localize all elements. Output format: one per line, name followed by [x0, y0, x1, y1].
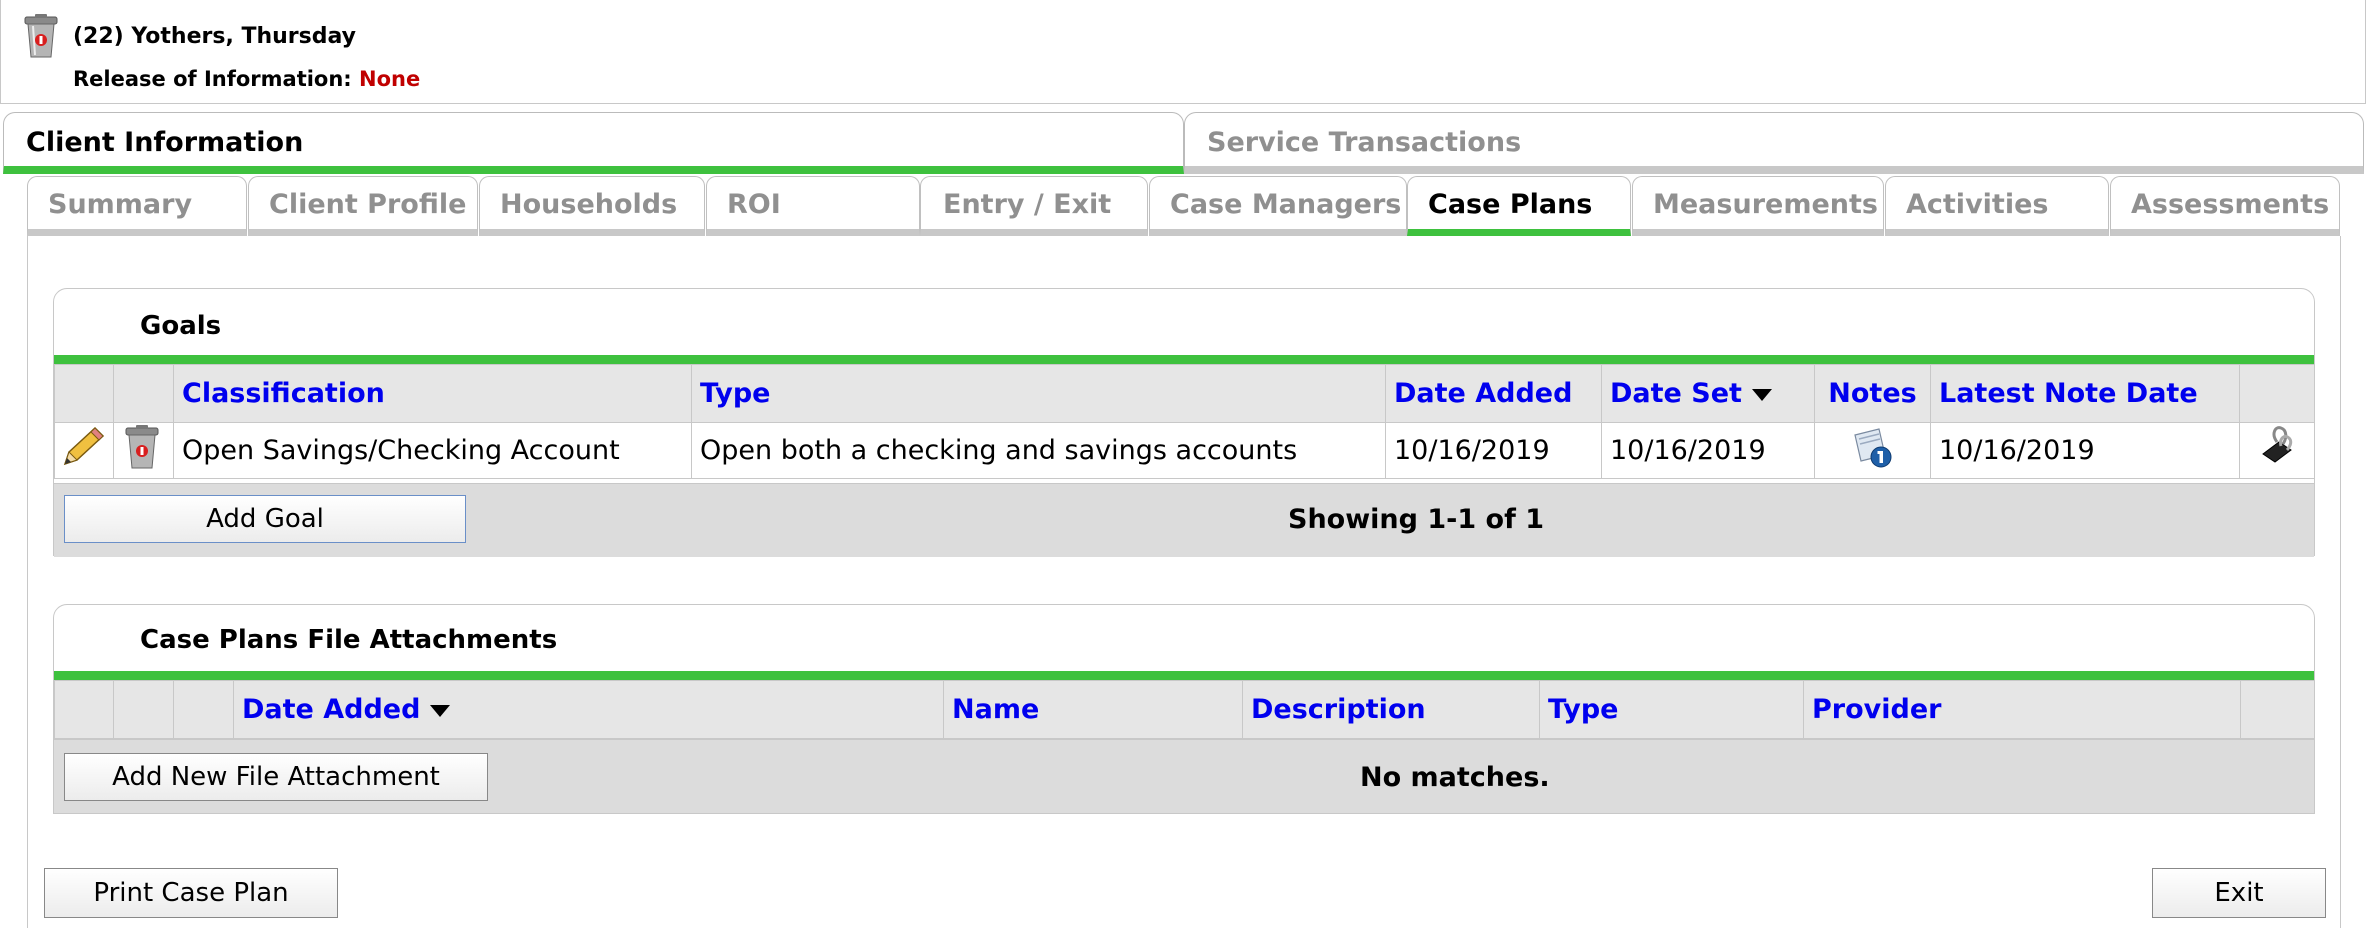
subtab-activities[interactable]: Activities: [1885, 176, 2109, 236]
notes-icon[interactable]: [1849, 425, 1897, 469]
edit-cell[interactable]: [54, 422, 114, 479]
subtab-entry-exit[interactable]: Entry / Exit: [920, 176, 1148, 236]
goals-title: Goals: [140, 311, 222, 341]
goals-col-date-set-label: Date Set: [1610, 378, 1742, 409]
print-case-plan-button[interactable]: Print Case Plan: [44, 868, 338, 918]
goal-latest-note-date: 10/16/2019: [1930, 422, 2240, 479]
paperclip-icon[interactable]: [2257, 424, 2297, 470]
attachments-col-provider[interactable]: Provider: [1803, 680, 2241, 739]
goals-col-notes[interactable]: Notes: [1814, 364, 1931, 423]
attachments-footer: Add New File Attachment No matches.: [54, 739, 2314, 813]
table-row: Open Savings/Checking Account Open both …: [54, 422, 2315, 479]
release-of-information: Release of Information: None: [73, 67, 420, 91]
subtab-roi[interactable]: ROI: [706, 176, 920, 236]
client-name: (22) Yothers, Thursday: [73, 24, 357, 49]
goals-footer: Add Goal Showing 1-1 of 1: [54, 483, 2314, 557]
add-goal-button[interactable]: Add Goal: [64, 495, 466, 543]
attachments-title-bar: [54, 671, 2314, 680]
trash-icon[interactable]: [124, 425, 160, 469]
attachments-table: Date Added Name Description Type Provide…: [54, 680, 2315, 739]
goals-col-classification[interactable]: Classification: [173, 364, 692, 423]
notes-cell[interactable]: [1814, 422, 1931, 479]
goals-col-type[interactable]: Type: [691, 364, 1386, 423]
subtab-case-plans[interactable]: Case Plans: [1407, 176, 1631, 236]
roi-label: Release of Information:: [73, 67, 352, 91]
subtab-households[interactable]: Households: [479, 176, 705, 236]
attachments-header-blank-3: [173, 680, 234, 739]
roi-value[interactable]: None: [359, 67, 420, 91]
goals-title-bar: [54, 355, 2314, 364]
goal-date-added: 10/16/2019: [1385, 422, 1602, 479]
sort-desc-icon: [430, 704, 451, 717]
attachments-header-row: Date Added Name Description Type Provide…: [54, 680, 2315, 739]
attachments-header-blank-2: [113, 680, 174, 739]
goals-header-attach: [2239, 364, 2315, 423]
exit-button[interactable]: Exit: [2152, 868, 2326, 918]
goals-col-date-set[interactable]: Date Set: [1601, 364, 1815, 423]
attachments-col-name[interactable]: Name: [943, 680, 1243, 739]
client-header: (22) Yothers, Thursday Release of Inform…: [0, 0, 2366, 104]
sort-desc-icon: [1751, 388, 1772, 401]
delete-cell[interactable]: [113, 422, 174, 479]
attachments-col-type[interactable]: Type: [1539, 680, 1804, 739]
trash-icon[interactable]: [23, 14, 59, 62]
attachments-col-date-added[interactable]: Date Added: [233, 680, 944, 739]
subtab-summary[interactable]: Summary: [27, 176, 247, 236]
attachments-col-description[interactable]: Description: [1242, 680, 1540, 739]
goal-date-set: 10/16/2019: [1601, 422, 1815, 479]
goals-header-edit: [54, 364, 114, 423]
goal-type: Open both a checking and savings account…: [691, 422, 1386, 479]
add-file-attachment-button[interactable]: Add New File Attachment: [64, 753, 488, 801]
attachments-title: Case Plans File Attachments: [140, 625, 558, 655]
goals-table: Classification Type Date Added Date Set …: [54, 364, 2315, 479]
subtab-measurements[interactable]: Measurements: [1632, 176, 1884, 236]
subtab-client-profile[interactable]: Client Profile: [248, 176, 478, 236]
case-plans-content: Goals Classification Type Date Added Dat…: [27, 236, 2341, 928]
subtab-assessments[interactable]: Assessments: [2110, 176, 2340, 236]
attachments-header-blank-4: [2240, 680, 2315, 739]
pencil-icon[interactable]: [59, 424, 107, 470]
tab-service-transactions[interactable]: Service Transactions: [1184, 112, 2364, 174]
goals-col-latest-note-date[interactable]: Latest Note Date: [1930, 364, 2240, 423]
attachments-col-date-added-label: Date Added: [242, 694, 421, 725]
goal-classification: Open Savings/Checking Account: [173, 422, 692, 479]
attachments-panel: Case Plans File Attachments Date Added N…: [53, 604, 2315, 814]
goals-showing-count: Showing 1-1 of 1: [1288, 504, 1545, 535]
goals-header-row: Classification Type Date Added Date Set …: [54, 364, 2315, 423]
subtab-case-managers[interactable]: Case Managers: [1149, 176, 1407, 236]
goals-header-delete: [113, 364, 174, 423]
goals-col-date-added[interactable]: Date Added: [1385, 364, 1602, 423]
goals-panel: Goals Classification Type Date Added Dat…: [53, 288, 2315, 557]
tab-client-information[interactable]: Client Information: [3, 112, 1184, 174]
attach-cell[interactable]: [2239, 422, 2315, 479]
attachments-no-matches: No matches.: [1360, 762, 1550, 793]
attachments-header-blank-1: [54, 680, 114, 739]
